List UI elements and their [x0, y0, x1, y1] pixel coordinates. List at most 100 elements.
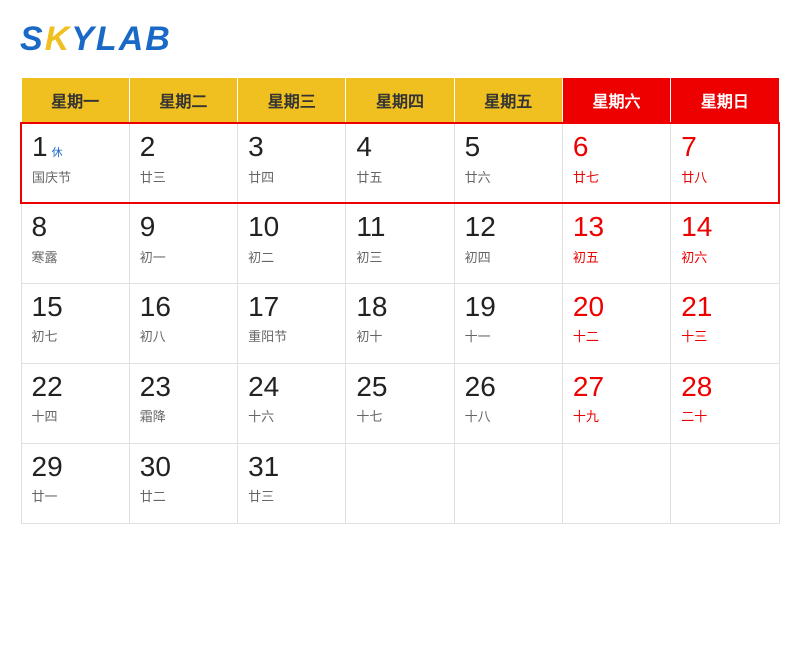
calendar-day-cell: 13 初五 — [562, 203, 670, 283]
day-number: 11 — [356, 211, 385, 242]
day-number: 3 — [248, 131, 264, 162]
day-sublabel: 廿四 — [248, 167, 335, 186]
day-sublabel: 十六 — [248, 406, 335, 425]
weekday-header-cell: 星期一 — [21, 78, 129, 124]
day-sublabel: 国庆节 — [32, 167, 119, 186]
day-sublabel: 初二 — [248, 247, 335, 266]
day-sublabel: 初三 — [356, 247, 443, 266]
calendar-day-cell: 2 廿三 — [129, 123, 237, 203]
day-sublabel: 初七 — [32, 326, 119, 345]
day-number: 2 — [140, 131, 156, 162]
logo: SKYLAB — [20, 20, 172, 59]
calendar-day-cell: 23 霜降 — [129, 363, 237, 443]
calendar-day-cell: 7廿八 — [671, 123, 779, 203]
day-number: 7 — [681, 131, 697, 162]
calendar-day-cell: 21 十三 — [671, 283, 779, 363]
logo-container: SKYLAB — [20, 20, 172, 59]
day-number: 13 — [573, 211, 604, 242]
day-number: 28 — [681, 371, 712, 402]
day-sublabel: 十三 — [681, 326, 768, 345]
day-number: 15 — [32, 291, 63, 322]
day-sublabel: 十四 — [32, 406, 119, 425]
calendar-week-row: 29 廿一 30 廿二 31廿三 — [21, 443, 779, 523]
calendar-day-cell: 4 廿五 — [346, 123, 454, 203]
calendar-day-cell: 5 廿六 — [454, 123, 562, 203]
weekday-header-cell: 星期二 — [129, 78, 237, 124]
calendar-day-cell — [562, 443, 670, 523]
rest-tag: 休 — [52, 147, 63, 159]
day-sublabel: 廿七 — [573, 167, 660, 186]
calendar-day-cell: 18 初十 — [346, 283, 454, 363]
weekday-header-cell: 星期四 — [346, 78, 454, 124]
calendar-day-cell — [454, 443, 562, 523]
calendar-day-cell: 25 十七 — [346, 363, 454, 443]
calendar-day-cell: 9 初一 — [129, 203, 237, 283]
day-sublabel: 重阳节 — [248, 326, 335, 345]
day-sublabel: 初五 — [573, 247, 660, 266]
calendar-day-cell: 11 初三 — [346, 203, 454, 283]
day-number: 20 — [573, 291, 604, 322]
calendar-day-cell: 19 十一 — [454, 283, 562, 363]
calendar-table: 星期一星期二星期三星期四星期五星期六星期日 1休国庆节2廿三3廿四4廿五5廿六6… — [20, 77, 780, 524]
day-number: 12 — [465, 211, 496, 242]
day-sublabel: 廿三 — [140, 167, 227, 186]
calendar-day-cell: 12初四 — [454, 203, 562, 283]
day-number: 16 — [140, 291, 171, 322]
day-number: 19 — [465, 291, 496, 322]
calendar-day-cell: 6廿七 — [562, 123, 670, 203]
day-number: 10 — [248, 211, 279, 242]
calendar-day-cell: 16 初八 — [129, 283, 237, 363]
calendar-day-cell: 29 廿一 — [21, 443, 129, 523]
calendar-day-cell: 22 十四 — [21, 363, 129, 443]
day-sublabel: 廿二 — [140, 486, 227, 505]
day-sublabel: 十二 — [573, 326, 660, 345]
day-number: 4 — [356, 131, 372, 162]
calendar-day-cell: 31廿三 — [238, 443, 346, 523]
day-number: 9 — [140, 211, 156, 242]
day-number: 30 — [140, 451, 171, 482]
calendar-day-cell: 1休国庆节 — [21, 123, 129, 203]
calendar-day-cell: 15 初七 — [21, 283, 129, 363]
day-sublabel: 廿六 — [465, 167, 552, 186]
day-number: 17 — [248, 291, 279, 322]
calendar-day-cell: 24 十六 — [238, 363, 346, 443]
day-number: 22 — [32, 371, 63, 402]
day-number: 21 — [681, 291, 712, 322]
day-sublabel: 二十 — [681, 406, 768, 425]
calendar-day-cell: 3 廿四 — [238, 123, 346, 203]
day-number: 18 — [356, 291, 387, 322]
day-sublabel: 十九 — [573, 406, 660, 425]
calendar-day-cell — [346, 443, 454, 523]
day-number: 23 — [140, 371, 171, 402]
calendar-day-cell: 17 重阳节 — [238, 283, 346, 363]
day-number: 29 — [32, 451, 63, 482]
weekday-header-cell: 星期五 — [454, 78, 562, 124]
day-number: 8 — [32, 211, 48, 242]
day-number: 26 — [465, 371, 496, 402]
day-sublabel: 十一 — [465, 326, 552, 345]
day-number: 25 — [356, 371, 387, 402]
calendar-day-cell: 14 初六 — [671, 203, 779, 283]
header: SKYLAB — [20, 20, 780, 59]
day-number: 31 — [248, 451, 279, 482]
day-sublabel: 廿五 — [356, 167, 443, 186]
day-sublabel: 十七 — [356, 406, 443, 425]
day-sublabel: 初八 — [140, 326, 227, 345]
day-sublabel: 霜降 — [140, 406, 227, 425]
day-sublabel: 寒露 — [32, 247, 119, 266]
day-sublabel: 初十 — [356, 326, 443, 345]
calendar-day-cell: 27十九 — [562, 363, 670, 443]
day-number: 14 — [681, 211, 712, 242]
day-sublabel: 廿一 — [32, 486, 119, 505]
weekday-header-cell: 星期日 — [671, 78, 779, 124]
calendar-day-cell — [671, 443, 779, 523]
day-sublabel: 初一 — [140, 247, 227, 266]
day-sublabel: 初六 — [681, 247, 768, 266]
calendar-week-row: 22十四23霜降24十六25十七26十八27十九28二十 — [21, 363, 779, 443]
calendar-day-cell: 20 十二 — [562, 283, 670, 363]
day-number: 5 — [465, 131, 481, 162]
day-number: 24 — [248, 371, 279, 402]
calendar-day-cell: 8 寒露 — [21, 203, 129, 283]
calendar-week-row: 15 初七 16 初八 17 重阳节 18 初十 19 十一 20 十二 21 十三 — [21, 283, 779, 363]
calendar-day-cell: 10 初二 — [238, 203, 346, 283]
